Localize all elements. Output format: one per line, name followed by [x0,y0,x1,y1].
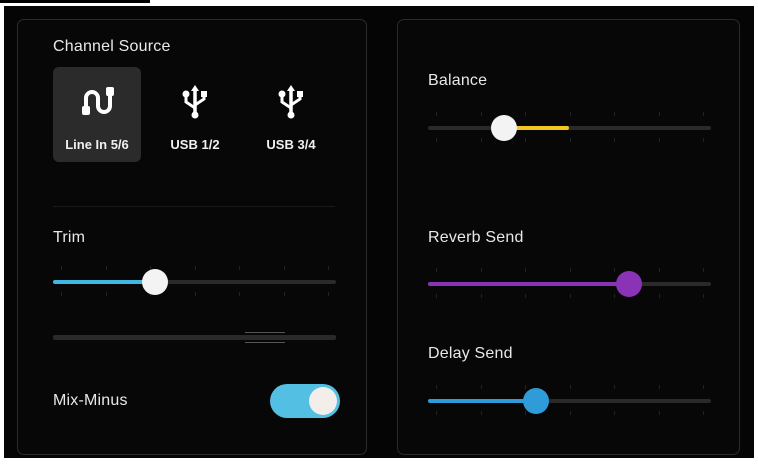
scale-tick [614,411,615,415]
scale-tick [239,266,240,270]
scale-tick [658,112,660,116]
usb-icon [182,85,207,119]
scale-tick [480,112,482,116]
scale-tick [436,294,437,298]
scale-tick [480,385,482,389]
source-option-label: USB 1/2 [170,137,220,152]
scale-tick [525,385,526,389]
reverb-send-slider-knob[interactable] [615,271,642,297]
scale-tick [569,268,571,272]
scale-tick [569,112,571,116]
scale-tick [658,294,660,298]
scale-tick [525,138,526,142]
scale-tick [525,411,526,415]
scale-tick [569,385,571,389]
scale-tick [658,138,660,142]
scale-tick [194,266,196,270]
scale-tick [436,268,437,272]
scale-tick [436,138,437,142]
trim-level-meter [53,332,336,343]
scale-tick [61,292,62,296]
trim-label: Trim [53,229,86,246]
scale-tick [614,385,615,389]
source-option-usb-3-4[interactable]: USB 3/4 [247,67,335,162]
scale-tick [569,138,571,142]
scale-tick [658,385,660,389]
scale-tick [436,112,437,116]
mixer-channel-screen: Channel Source Line In 5/6 USB 1/2 USB 3… [4,6,754,458]
balance-label: Balance [428,72,488,89]
scale-tick [614,294,615,298]
scale-tick [703,411,704,415]
scale-tick [328,292,329,296]
scale-tick [480,138,482,142]
scale-tick [283,266,285,270]
scale-tick [239,292,240,296]
scale-tick [614,112,615,116]
scale-tick [703,268,704,272]
scale-tick [569,294,571,298]
balance-slider-knob[interactable] [491,115,518,141]
scale-tick [703,138,704,142]
scale-tick [480,411,482,415]
source-option-line-in[interactable]: Line In 5/6 [53,67,141,162]
trim-slider-knob[interactable] [141,269,168,295]
delay-send-label: Delay Send [428,345,513,362]
section-divider [53,206,335,207]
channel-source-panel: Channel Source Line In 5/6 USB 1/2 USB 3… [17,19,367,455]
source-option-label: Line In 5/6 [65,137,129,152]
scale-tick [614,268,615,272]
scale-tick [328,266,329,270]
reverb-send-slider[interactable] [428,271,711,297]
source-option-usb-1-2[interactable]: USB 1/2 [151,67,239,162]
mix-minus-label: Mix-Minus [53,392,128,409]
scale-tick [480,268,482,272]
mix-minus-toggle[interactable] [270,384,340,418]
scale-tick [703,112,704,116]
delay-send-slider-knob[interactable] [522,388,549,414]
scale-tick [436,385,437,389]
usb-icon [278,85,303,119]
scale-tick [569,411,571,415]
scale-tick [703,385,704,389]
delay-send-slider[interactable] [428,388,711,414]
scale-tick [658,268,660,272]
balance-slider[interactable] [428,115,711,141]
trim-slider[interactable] [53,269,336,295]
source-option-label: USB 3/4 [266,137,316,152]
delay-send-slider-fill [428,399,536,403]
scale-tick [194,292,196,296]
scale-tick [525,294,526,298]
scale-tick [283,292,285,296]
scale-tick [525,268,526,272]
scale-tick [703,294,704,298]
sends-panel: Balance Reverb Send Delay Send [397,19,740,455]
reverb-send-label: Reverb Send [428,229,524,246]
meter-marker [245,332,285,343]
scale-tick [61,266,62,270]
reverb-send-slider-fill [428,282,629,286]
scale-tick [105,266,107,270]
top-edge-bar [0,0,150,3]
scale-tick [436,411,437,415]
line-in-icon [82,87,114,115]
scale-tick [105,292,107,296]
scale-tick [614,138,615,142]
channel-source-title: Channel Source [53,38,171,55]
scale-tick [525,112,526,116]
trim-slider-fill [53,280,155,284]
scale-tick [658,411,660,415]
scale-tick [480,294,482,298]
mix-minus-toggle-knob [309,387,337,415]
